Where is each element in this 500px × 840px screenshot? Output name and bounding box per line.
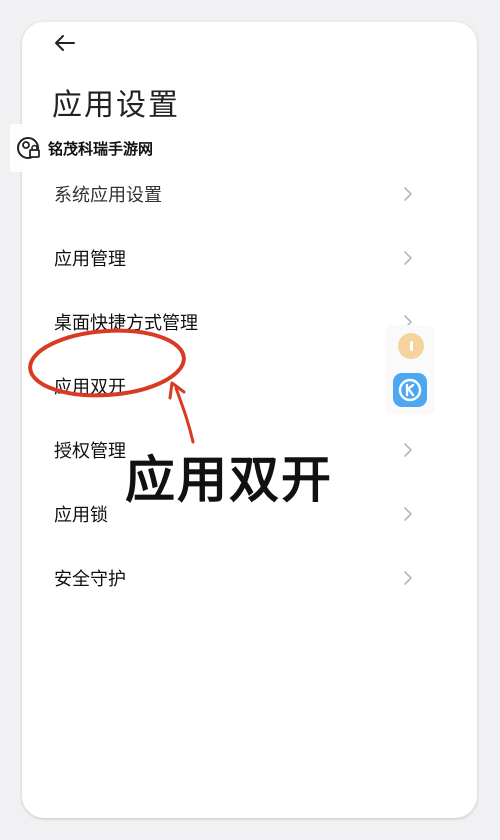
chevron-right-icon bbox=[402, 186, 414, 202]
settings-item-app-management[interactable]: 应用管理 bbox=[54, 238, 414, 278]
settings-item-security-guard[interactable]: 安全守护 bbox=[54, 558, 414, 598]
page-title: 应用设置 bbox=[52, 88, 180, 123]
chevron-right-icon bbox=[402, 570, 414, 586]
settings-item-label: 系统应用设置 bbox=[54, 185, 162, 206]
settings-item-shortcut-management[interactable]: 桌面快捷方式管理 bbox=[54, 302, 414, 342]
chevron-right-icon bbox=[402, 250, 414, 266]
settings-item-dual-apps[interactable]: 应用双开 bbox=[54, 366, 414, 406]
watermark: 铭茂科瑞手游网 bbox=[10, 124, 190, 172]
settings-item-system-apps[interactable]: 系统应用设置 bbox=[54, 174, 414, 214]
annotation-label: 应用双开 bbox=[125, 451, 333, 509]
settings-item-label: 应用双开 bbox=[54, 377, 126, 398]
settings-item-label: 应用锁 bbox=[54, 505, 108, 526]
chevron-right-icon bbox=[402, 442, 414, 458]
back-button[interactable] bbox=[52, 30, 82, 58]
k-app-icon[interactable] bbox=[393, 373, 427, 407]
chevron-right-icon bbox=[402, 506, 414, 522]
settings-item-label: 桌面快捷方式管理 bbox=[54, 313, 198, 334]
info-badge-icon[interactable] bbox=[398, 333, 424, 359]
camera-lock-icon bbox=[17, 137, 40, 159]
settings-item-label: 授权管理 bbox=[54, 441, 126, 462]
floating-widget[interactable] bbox=[385, 325, 435, 415]
arrow-left-icon bbox=[55, 35, 75, 51]
settings-item-label: 安全守护 bbox=[54, 569, 126, 590]
watermark-text: 铭茂科瑞手游网 bbox=[48, 139, 154, 158]
settings-item-label: 应用管理 bbox=[54, 249, 126, 270]
